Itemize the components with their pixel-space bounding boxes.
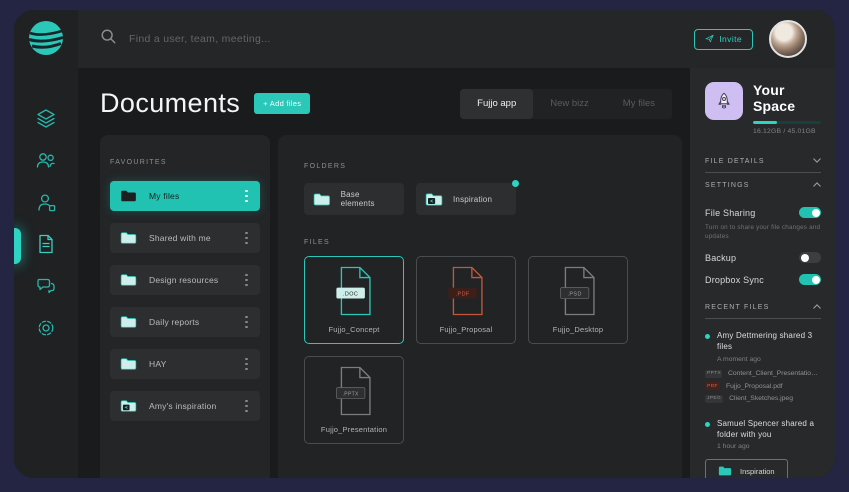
kebab-menu-icon[interactable] [242, 187, 251, 206]
shared-file-row[interactable]: PDF Fujjo_Proposal.pdf [705, 382, 821, 390]
file-card-fujjo-concept[interactable]: .DOC Fujjo_Concept [304, 256, 404, 344]
search-placeholder: Find a user, team, meeting... [129, 33, 271, 45]
shared-folder-icon [120, 399, 137, 413]
space-title: Your Space [753, 82, 821, 114]
activity-bullet [705, 422, 710, 427]
folder-icon [718, 465, 732, 477]
kebab-menu-icon[interactable] [242, 271, 251, 290]
inspiration-folder-button[interactable]: Inspiration [705, 459, 788, 478]
file-sharing-caption: Turn on to share your file changes and u… [705, 223, 821, 241]
files-section-label: FILES [304, 239, 662, 246]
doc-file-icon: .DOC [332, 265, 376, 317]
favourites-section-label: FAVOURITES [110, 159, 167, 166]
app-logo[interactable] [26, 18, 66, 58]
documents-panel: FOLDERS Base elements [278, 135, 682, 478]
pdf-badge: PDF [705, 382, 720, 390]
shared-file-row[interactable]: PPTX Content_Client_Presentation.pptx [705, 370, 821, 378]
kebab-menu-icon[interactable] [242, 355, 251, 374]
shared-folder-icon [425, 192, 443, 207]
folder-icon [120, 189, 137, 203]
tab-my-files[interactable]: My files [606, 89, 672, 119]
backup-toggle[interactable] [799, 252, 821, 263]
svg-text:.PSD: .PSD [567, 292, 581, 298]
folder-icon [313, 192, 331, 207]
page-title: Documents [100, 88, 240, 119]
notification-dot [512, 180, 519, 187]
favourites-panel: FAVOURITES My files Sh [100, 135, 270, 478]
folders-section-label: FOLDERS [304, 163, 346, 170]
file-card-fujjo-presentation[interactable]: .PPTX Fujjo_Presentation [304, 356, 404, 444]
favourite-item-shared-with-me[interactable]: Shared with me [110, 223, 260, 253]
file-card-fujjo-proposal[interactable]: .PDF Fujjo_Proposal [416, 256, 516, 344]
folder-icon [120, 315, 137, 329]
tab-fujjo-app[interactable]: Fujjo app [460, 89, 533, 119]
active-nav-indicator [14, 228, 21, 264]
file-sharing-toggle[interactable] [799, 207, 821, 218]
jpeg-badge: JPEG [705, 395, 723, 403]
kebab-menu-icon[interactable] [242, 397, 251, 416]
add-files-button[interactable]: + Add files [254, 93, 310, 114]
file-details-collapse[interactable]: FILE DETAILS [705, 149, 821, 172]
folder-icon [120, 357, 137, 371]
documents-icon[interactable] [35, 233, 57, 255]
kebab-menu-icon[interactable] [242, 313, 251, 332]
favourite-item-daily-reports[interactable]: Daily reports [110, 307, 260, 337]
favourite-item-hay[interactable]: HAY [110, 349, 260, 379]
right-panel: Your Space 16.12GB / 45.01GB FILE DETAIL… [690, 68, 835, 478]
psd-file-icon: .PSD [556, 265, 600, 317]
user-add-icon[interactable] [35, 191, 57, 213]
storage-usage: 16.12GB / 45.01GB [753, 128, 821, 135]
search-input[interactable]: Find a user, team, meeting... [100, 28, 694, 50]
file-grid: .DOC Fujjo_Concept .PDF [304, 256, 628, 444]
storage-progress-bar [753, 121, 821, 124]
activity-bullet [705, 334, 710, 339]
recent-activity-item: Samuel Spencer shared a folder with you … [705, 419, 821, 478]
kebab-menu-icon[interactable] [242, 229, 251, 248]
chevron-up-icon [813, 304, 821, 311]
folder-card-base-elements[interactable]: Base elements [304, 183, 404, 215]
sidebar-rail [14, 10, 78, 478]
layers-icon[interactable] [35, 107, 57, 129]
users-icon[interactable] [35, 149, 57, 171]
chevron-down-icon [813, 158, 821, 165]
send-icon [705, 34, 714, 45]
recent-activity-item: Amy Dettmering shared 3 files A moment a… [705, 331, 821, 403]
app-window: Find a user, team, meeting... Invite Doc… [14, 10, 835, 478]
storage-progress-fill [753, 121, 777, 124]
tab-bar: Fujjo app New bizz My files [460, 89, 672, 119]
settings-collapse[interactable]: SETTINGS [705, 173, 821, 196]
folder-icon [120, 273, 137, 287]
shared-file-row[interactable]: JPEG Client_Sketches.jpeg [705, 395, 821, 403]
search-icon [100, 28, 117, 50]
divider [705, 318, 821, 319]
chevron-up-icon [813, 182, 821, 189]
favourite-item-my-files[interactable]: My files [110, 181, 260, 211]
folder-card-inspiration[interactable]: Inspiration [416, 183, 516, 215]
folder-icon [120, 231, 137, 245]
sidebar-nav [35, 107, 57, 339]
favourite-item-amys-inspiration[interactable]: Amy's inspiration [110, 391, 260, 421]
tab-new-bizz[interactable]: New bizz [533, 89, 606, 119]
favourite-item-design-resources[interactable]: Design resources [110, 265, 260, 295]
pptx-file-icon: .PPTX [332, 365, 376, 417]
rocket-icon [705, 82, 743, 120]
invite-button[interactable]: Invite [694, 29, 753, 50]
chat-icon[interactable] [35, 275, 57, 297]
topbar: Find a user, team, meeting... Invite [78, 10, 835, 68]
pdf-file-icon: .PDF [444, 265, 488, 317]
file-card-fujjo-desktop[interactable]: .PSD Fujjo_Desktop [528, 256, 628, 344]
recent-files-collapse[interactable]: RECENT FILES [705, 295, 821, 318]
user-avatar[interactable] [769, 20, 807, 58]
svg-text:.PPTX: .PPTX [343, 392, 359, 398]
pptx-badge: PPTX [705, 370, 722, 378]
settings-gear-icon[interactable] [35, 317, 57, 339]
svg-text:.PDF: .PDF [456, 292, 470, 298]
dropbox-sync-toggle[interactable] [799, 274, 821, 285]
svg-text:.DOC: .DOC [343, 292, 358, 298]
